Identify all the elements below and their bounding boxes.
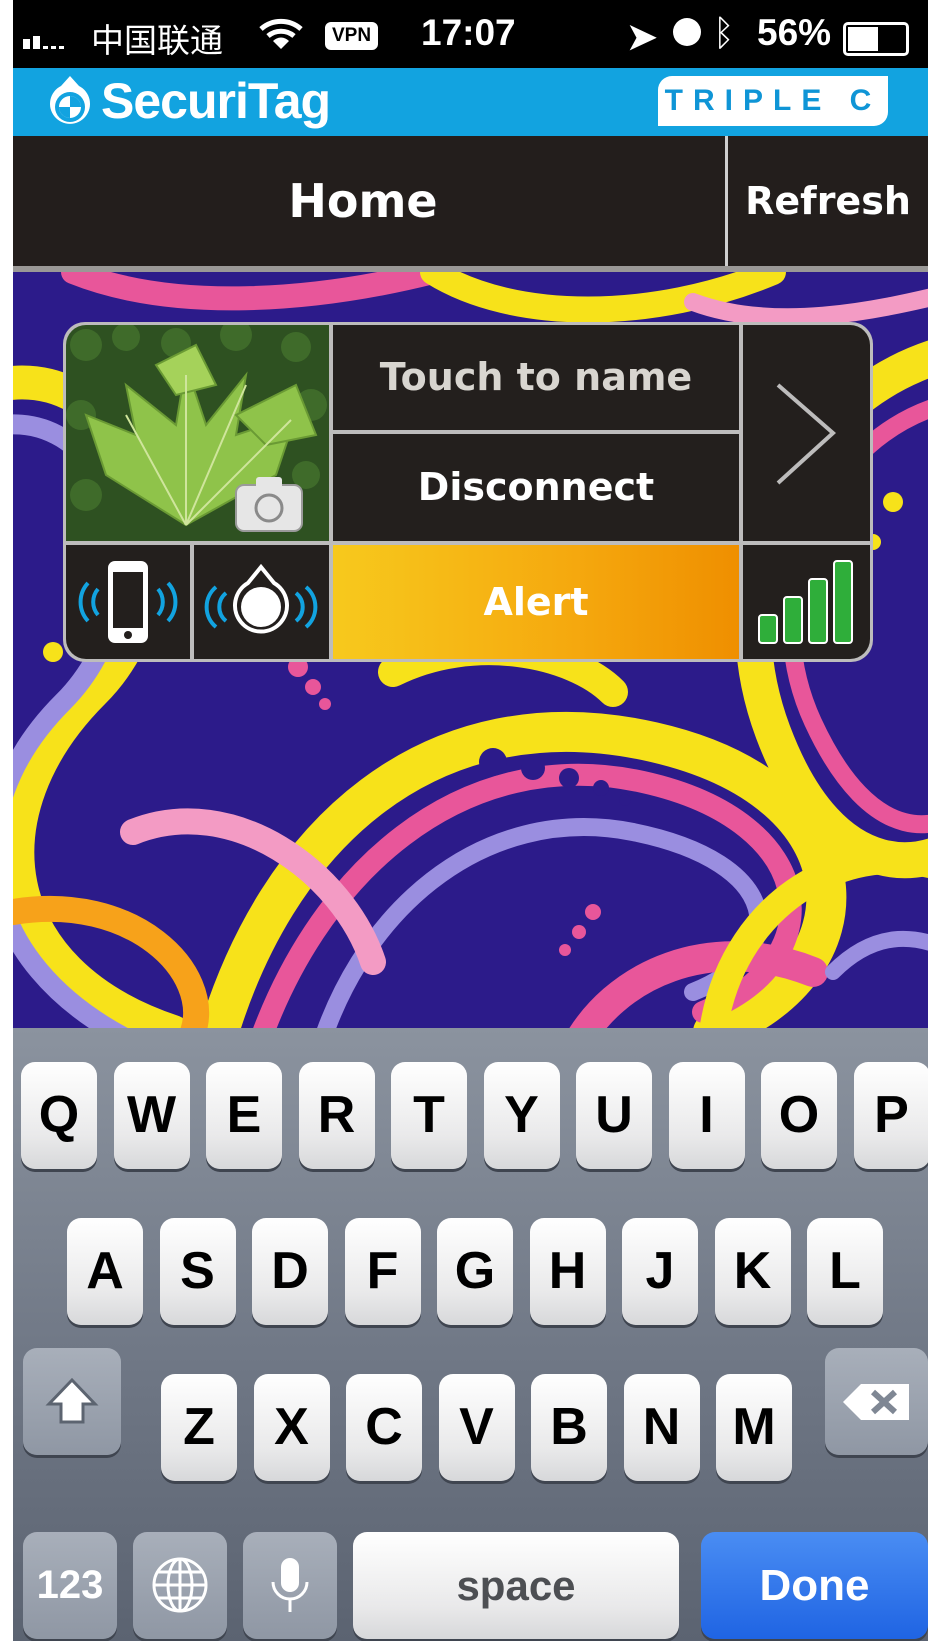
microphone-key[interactable] xyxy=(243,1532,337,1639)
key-f[interactable]: F xyxy=(344,1218,421,1325)
leaf-photo xyxy=(66,325,329,541)
brand-header: SecuriTag TRIPLE C xyxy=(13,68,928,136)
tag-card: Touch to name Disconnect Alert xyxy=(63,322,873,662)
refresh-button[interactable]: Refresh xyxy=(728,136,928,266)
alarm-clock-icon xyxy=(673,18,701,46)
paisley-background: Touch to name Disconnect Alert xyxy=(13,272,928,1028)
key-x[interactable]: X xyxy=(253,1374,330,1481)
battery-percent: 56% xyxy=(757,12,832,53)
keyboard: QWERTYUIOP ASDFGHJKL ZXCVBNM 123 space D… xyxy=(13,1028,928,1641)
key-b[interactable]: B xyxy=(531,1374,607,1481)
tag-alarm-toggle[interactable] xyxy=(194,545,329,659)
key-e[interactable]: E xyxy=(206,1062,282,1169)
key-c[interactable]: C xyxy=(346,1374,422,1481)
wifi-icon xyxy=(259,18,303,49)
key-d[interactable]: D xyxy=(252,1218,328,1325)
signal-bar xyxy=(783,596,803,644)
phone-ring-icon xyxy=(78,561,178,643)
key-l[interactable]: L xyxy=(807,1218,883,1325)
key-v[interactable]: V xyxy=(438,1374,515,1481)
triple-c-logo: TRIPLE C xyxy=(658,76,888,126)
key-m[interactable]: M xyxy=(716,1374,792,1481)
status-bar: 中国联通 VPN 17:07 ➤ ᛒ 56% xyxy=(13,0,928,68)
securitag-logo-icon xyxy=(50,76,90,124)
key-h[interactable]: H xyxy=(529,1218,606,1325)
signal-bar xyxy=(758,614,778,644)
key-u[interactable]: U xyxy=(576,1062,652,1169)
shift-key[interactable] xyxy=(23,1348,121,1455)
globe-icon xyxy=(152,1557,208,1613)
globe-key[interactable] xyxy=(133,1532,227,1639)
key-p[interactable]: P xyxy=(853,1062,928,1169)
signal-bar xyxy=(833,560,853,644)
shift-arrow-icon xyxy=(45,1377,99,1424)
page-title: Home xyxy=(288,174,438,228)
backspace-icon xyxy=(843,1384,909,1420)
signal-icon xyxy=(23,36,64,49)
app-name: SecuriTag xyxy=(101,73,331,129)
key-k[interactable]: K xyxy=(714,1218,791,1325)
numbers-key[interactable]: 123 xyxy=(23,1532,117,1639)
clock-time: 17:07 xyxy=(421,12,516,53)
tag-details-button[interactable] xyxy=(743,325,870,541)
battery-icon xyxy=(843,22,909,56)
signal-strength-icon xyxy=(758,560,853,644)
key-n[interactable]: N xyxy=(623,1374,700,1481)
key-t[interactable]: T xyxy=(391,1062,467,1169)
vpn-badge: VPN xyxy=(325,22,379,50)
key-q[interactable]: Q xyxy=(21,1062,97,1169)
key-r[interactable]: R xyxy=(298,1062,375,1169)
app-screen: 中国联通 VPN 17:07 ➤ ᛒ 56% SecuriTag TRIPLE … xyxy=(13,0,928,1641)
key-g[interactable]: G xyxy=(437,1218,513,1325)
bluetooth-icon: ᛒ xyxy=(713,12,735,53)
camera-icon[interactable] xyxy=(235,477,303,532)
chevron-right-icon xyxy=(776,383,837,485)
done-key[interactable]: Done xyxy=(701,1532,928,1639)
key-s[interactable]: S xyxy=(159,1218,236,1325)
tag-photo[interactable] xyxy=(66,325,329,541)
key-o[interactable]: O xyxy=(761,1062,837,1169)
key-i[interactable]: I xyxy=(668,1062,745,1169)
key-a[interactable]: A xyxy=(67,1218,143,1325)
disconnect-button[interactable]: Disconnect xyxy=(333,434,739,541)
key-w[interactable]: W xyxy=(113,1062,190,1169)
key-j[interactable]: J xyxy=(622,1218,698,1325)
carrier-label: 中国联通 xyxy=(91,22,223,59)
tag-name-field[interactable]: Touch to name xyxy=(333,325,739,430)
delete-key[interactable] xyxy=(825,1348,928,1455)
signal-strength xyxy=(743,545,870,659)
key-z[interactable]: Z xyxy=(161,1374,237,1481)
phone-alarm-toggle[interactable] xyxy=(66,545,190,659)
microphone-icon xyxy=(271,1558,309,1612)
location-arrow-icon: ➤ xyxy=(627,16,658,57)
key-y[interactable]: Y xyxy=(483,1062,560,1169)
alert-button[interactable]: Alert xyxy=(333,545,739,659)
tag-ring-icon xyxy=(204,563,318,634)
signal-bar xyxy=(808,578,828,644)
navigation-bar: Home Refresh xyxy=(13,136,928,272)
space-key[interactable]: space xyxy=(353,1532,679,1639)
